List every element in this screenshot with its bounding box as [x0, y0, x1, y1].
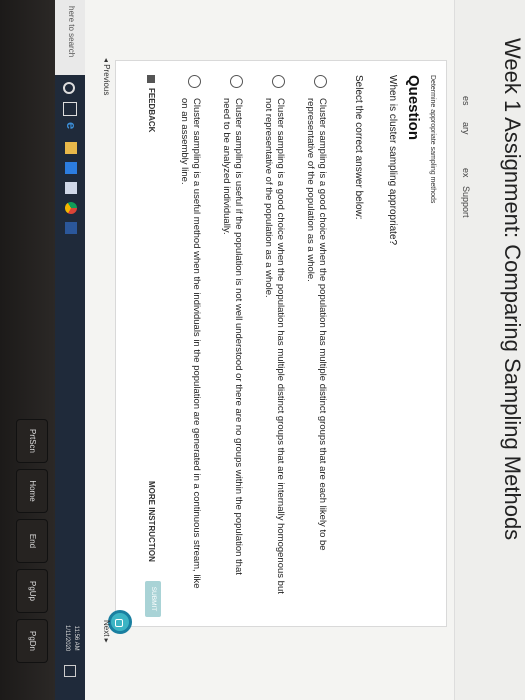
key-home: Home — [17, 470, 47, 512]
answer-option-label[interactable]: Cluster sampling is a useful method when… — [178, 98, 202, 595]
laptop-keyboard: PrtScn Home End PgUp PgDn — [0, 0, 55, 700]
answer-option[interactable]: Cluster sampling is a good choice when t… — [262, 75, 286, 595]
feedback-label: FEEDBACK — [147, 88, 156, 133]
answer-option[interactable]: Cluster sampling is useful if the popula… — [220, 75, 244, 595]
radio-button[interactable] — [272, 75, 285, 88]
question-card: Determine appropriate sampling methods Q… — [115, 60, 447, 627]
answer-option-label[interactable]: Cluster sampling is a good choice when t… — [304, 98, 328, 595]
clock-time: 11:56 AM — [73, 625, 79, 651]
page-title: Week 1 Assignment: Comparing Sampling Me… — [497, 34, 525, 545]
edge-icon[interactable]: e — [64, 122, 79, 134]
submit-button[interactable]: SUBMIT — [145, 581, 161, 617]
left-nav-fragment[interactable]: ex — [461, 168, 471, 178]
clock-date: 1/11/2020 — [64, 625, 70, 652]
feedback-button[interactable]: FEEDBACK — [147, 75, 156, 132]
left-nav-fragment[interactable]: ary — [461, 122, 471, 135]
question-heading: Question — [405, 75, 422, 141]
key-label: PgDn — [28, 630, 37, 651]
left-nav-fragment[interactable]: es — [461, 96, 471, 106]
mail-icon[interactable] — [65, 182, 77, 194]
store-icon[interactable] — [65, 162, 77, 174]
next-button[interactable]: Next ▸ — [102, 620, 111, 643]
radio-button[interactable] — [230, 75, 243, 88]
taskbar-search[interactable]: here to search — [55, 0, 85, 75]
browser-screen: es ary ex Support Week 1 Assignment: Com… — [55, 0, 525, 700]
answer-instruction: Select the correct answer below: — [353, 75, 364, 220]
answer-option-label[interactable]: Cluster sampling is useful if the popula… — [220, 98, 244, 595]
key-label: Home — [28, 480, 37, 502]
photographed-laptop: es ary ex Support Week 1 Assignment: Com… — [0, 0, 525, 700]
key-label: PgUp — [28, 580, 37, 601]
help-chat-icon[interactable] — [108, 610, 132, 634]
key-pgdn: PgDn — [17, 620, 47, 662]
key-label: PrtScn — [28, 428, 37, 453]
word-icon[interactable] — [65, 222, 77, 234]
question-text: When is cluster sampling appropriate? — [387, 75, 398, 246]
more-instruction-button[interactable]: MORE INSTRUCTION — [147, 481, 156, 562]
breadcrumb: Determine appropriate sampling methods — [429, 75, 436, 204]
left-nav-support[interactable]: Support — [461, 186, 471, 218]
answer-option-label[interactable]: Cluster sampling is a good choice when t… — [262, 98, 286, 595]
key-label: End — [28, 533, 37, 549]
answer-option[interactable]: Cluster sampling is a useful method when… — [178, 75, 202, 595]
file-explorer-icon[interactable] — [65, 142, 77, 154]
windows-taskbar: here to search e 11:56 AM 1/11/2020 — [55, 0, 85, 700]
feedback-icon — [147, 75, 156, 83]
key-pgup: PgUp — [17, 570, 47, 612]
cortana-icon[interactable] — [63, 82, 75, 94]
notification-icon[interactable] — [64, 665, 76, 677]
radio-button[interactable] — [188, 75, 201, 88]
answer-option[interactable]: Cluster sampling is a good choice when t… — [304, 75, 328, 595]
previous-button[interactable]: ◂ Previous — [102, 58, 111, 95]
chrome-icon[interactable] — [65, 202, 77, 214]
key-prtscn: PrtScn — [17, 420, 47, 462]
task-view-icon[interactable] — [63, 102, 77, 116]
key-end: End — [17, 520, 47, 562]
taskbar-clock[interactable]: 11:56 AM 1/11/2020 — [62, 625, 80, 651]
radio-button[interactable] — [314, 75, 327, 88]
search-placeholder: here to search — [67, 6, 76, 58]
